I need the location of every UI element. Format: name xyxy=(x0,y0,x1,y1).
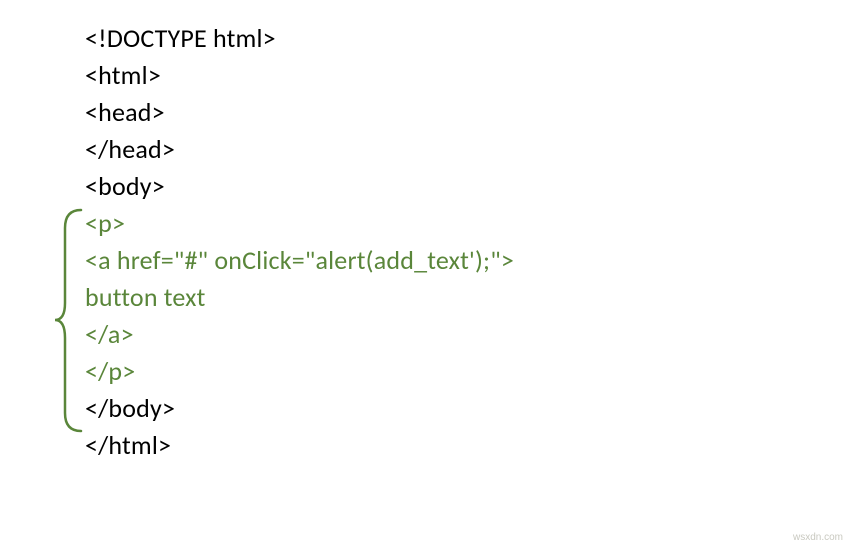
watermark-text: wsxdn.com xyxy=(793,532,843,543)
code-line-7: <a href="#" onClick="alert(add_text');"> xyxy=(85,242,849,279)
code-line-10: </p> xyxy=(85,353,849,390)
code-line-6: <p> xyxy=(85,205,849,242)
code-line-9: </a> xyxy=(85,316,849,353)
code-line-3: <head> xyxy=(85,94,849,131)
code-line-1: <!DOCTYPE html> xyxy=(85,20,849,57)
code-line-8: button text xyxy=(85,279,849,316)
code-line-2: <html> xyxy=(85,57,849,94)
code-line-12: </html> xyxy=(85,427,849,464)
left-curly-bracket-icon xyxy=(53,208,81,433)
code-line-11: </body> xyxy=(85,390,849,427)
code-line-4: </head> xyxy=(85,131,849,168)
code-line-5: <body> xyxy=(85,168,849,205)
